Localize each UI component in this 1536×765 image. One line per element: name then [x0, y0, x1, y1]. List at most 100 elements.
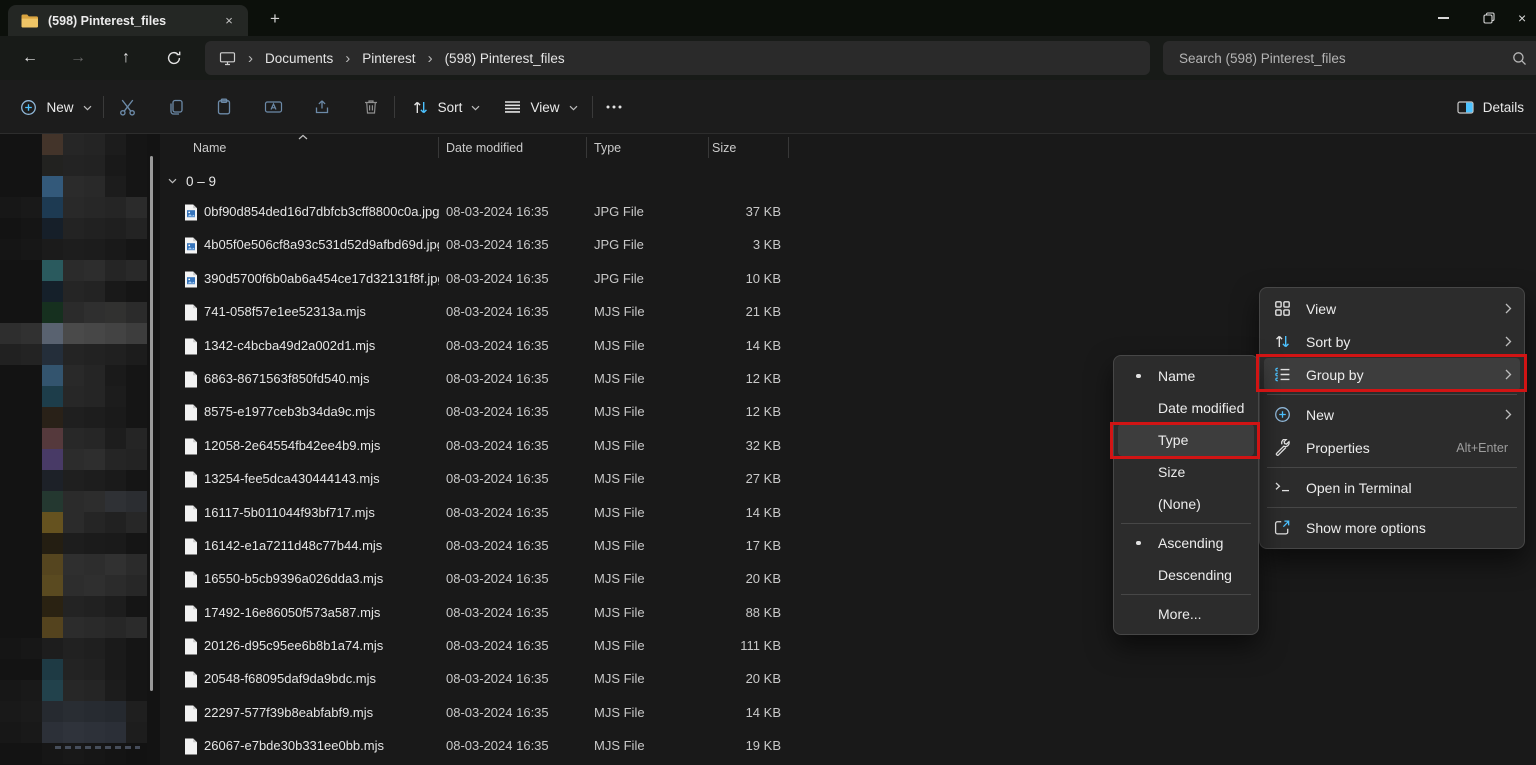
sidebar-item-blurred[interactable] [0, 134, 160, 155]
file-row[interactable]: 16117-5b011044f93bf717.mjs08-03-2024 16:… [160, 497, 960, 530]
copy-button[interactable] [158, 89, 194, 125]
sidebar-item-blurred[interactable] [0, 659, 160, 680]
refresh-button[interactable] [158, 42, 190, 74]
sidebar-item-blurred[interactable] [0, 344, 160, 365]
file-row[interactable]: 17492-16e86050f573a587.mjs08-03-2024 16:… [160, 597, 960, 630]
back-button[interactable]: ← [14, 42, 46, 74]
file-row[interactable]: 20126-d95c95ee6b8b1a74.mjs08-03-2024 16:… [160, 630, 960, 663]
file-row[interactable]: 741-058f57e1ee52313a.mjs08-03-2024 16:35… [160, 296, 960, 329]
sidebar-item-blurred[interactable] [0, 365, 160, 386]
column-header-size[interactable]: Size [712, 141, 736, 155]
paste-button[interactable] [206, 89, 242, 125]
tab-close-icon[interactable]: × [218, 10, 240, 32]
column-header-type[interactable]: Type [594, 141, 621, 155]
column-header-date[interactable]: Date modified [446, 141, 523, 155]
submenu-item-descending[interactable]: Descending [1118, 559, 1254, 591]
blurred-pixel-block [0, 155, 21, 176]
sidebar-item-blurred[interactable] [0, 218, 160, 239]
paste-icon [215, 98, 233, 116]
sidebar-item-blurred[interactable] [0, 407, 160, 428]
file-row[interactable]: 6863-8671563f850fd540.mjs08-03-2024 16:3… [160, 363, 960, 396]
restore-button[interactable] [1466, 0, 1512, 36]
submenu-item-size[interactable]: Size [1118, 456, 1254, 488]
menu-item-properties[interactable]: PropertiesAlt+Enter [1264, 431, 1520, 464]
submenu-item--none-[interactable]: (None) [1118, 488, 1254, 520]
view-button[interactable]: View [498, 89, 584, 125]
search-input[interactable]: Search (598) Pinterest_files [1163, 41, 1536, 75]
file-row[interactable]: 13254-fee5dca430444143.mjs08-03-2024 16:… [160, 463, 960, 496]
see-more-button[interactable] [596, 89, 632, 125]
file-row[interactable]: 22297-577f39b8eabfabf9.mjs08-03-2024 16:… [160, 697, 960, 730]
sidebar-item-blurred[interactable] [0, 449, 160, 470]
sidebar-item-blurred[interactable] [0, 197, 160, 218]
sidebar-item-blurred[interactable] [0, 260, 160, 281]
close-button[interactable]: × [1512, 0, 1536, 36]
sidebar-item-blurred[interactable] [0, 638, 160, 659]
sidebar-item-blurred[interactable] [0, 491, 160, 512]
breadcrumb-item[interactable]: Pinterest [362, 51, 415, 66]
submenu-item-ascending[interactable]: Ascending [1118, 527, 1254, 559]
sidebar-item-blurred[interactable] [0, 302, 160, 323]
share-button[interactable] [304, 89, 340, 125]
group-header-0-9[interactable]: 0 – 9 [160, 170, 216, 192]
explorer-tab[interactable]: (598) Pinterest_files × [8, 5, 248, 36]
file-row[interactable]: 390d5700f6b0ab6a454ce17d32131f8f.jpg08-0… [160, 263, 960, 296]
sidebar-item-blurred[interactable] [0, 680, 160, 701]
blurred-pixel-block [63, 659, 84, 680]
navigation-pane-blurred[interactable] [0, 134, 160, 765]
breadcrumb-item[interactable]: Documents [265, 51, 333, 66]
sort-button[interactable]: Sort [406, 89, 486, 125]
delete-button[interactable] [353, 89, 389, 125]
folder-icon [21, 14, 38, 28]
sidebar-item-blurred[interactable] [0, 239, 160, 260]
file-row[interactable]: 16550-b5cb9396a026dda3.mjs08-03-2024 16:… [160, 563, 960, 596]
submenu-item-more-[interactable]: More... [1118, 598, 1254, 630]
sidebar-scrollbar[interactable] [150, 156, 153, 691]
file-row[interactable]: 16142-e1a7211d48c77b44.mjs08-03-2024 16:… [160, 530, 960, 563]
blurred-pixel-block [84, 323, 105, 344]
tab-title: (598) Pinterest_files [48, 14, 218, 28]
details-pane-button[interactable]: Details [1449, 89, 1532, 125]
sidebar-item-blurred[interactable] [0, 701, 160, 722]
breadcrumb-item[interactable]: (598) Pinterest_files [445, 51, 565, 66]
sidebar-item-blurred[interactable] [0, 617, 160, 638]
sidebar-item-blurred[interactable] [0, 533, 160, 554]
file-row[interactable]: 8575-e1977ceb3b34da9c.mjs08-03-2024 16:3… [160, 396, 960, 429]
sidebar-item-blurred[interactable] [0, 155, 160, 176]
forward-button[interactable]: → [62, 42, 94, 74]
sidebar-item-blurred[interactable] [0, 575, 160, 596]
cut-button[interactable] [109, 89, 145, 125]
sidebar-item-blurred[interactable] [0, 596, 160, 617]
menu-item-view[interactable]: View [1264, 292, 1520, 325]
sidebar-item-blurred[interactable] [0, 428, 160, 449]
breadcrumb[interactable]: ›Documents›Pinterest›(598) Pinterest_fil… [205, 41, 1150, 75]
sidebar-item-blurred[interactable] [0, 281, 160, 302]
submenu-item-date-modified[interactable]: Date modified [1118, 392, 1254, 424]
file-row[interactable]: 1342-c4bcba49d2a002d1.mjs08-03-2024 16:3… [160, 330, 960, 363]
new-tab-button[interactable]: + [262, 6, 288, 32]
sidebar-item-blurred[interactable] [0, 323, 160, 344]
file-row[interactable]: 20548-f68095daf9da9bdc.mjs08-03-2024 16:… [160, 663, 960, 696]
menu-item-show-more-options[interactable]: Show more options [1264, 511, 1520, 544]
sidebar-item-blurred[interactable] [0, 176, 160, 197]
file-type: MJS File [594, 304, 645, 319]
blurred-pixel-block [105, 344, 126, 365]
blurred-pixel-block [42, 176, 63, 197]
column-header-name[interactable]: Name [193, 141, 226, 155]
rename-button[interactable] [255, 89, 291, 125]
up-button[interactable]: ↑ [110, 42, 142, 74]
file-row[interactable]: 4b05f0e506cf8a93c531d52d9afbd69d.jpg08-0… [160, 229, 960, 262]
menu-item-open-in-terminal[interactable]: Open in Terminal [1264, 471, 1520, 504]
file-row[interactable]: 26067-e7bde30b331ee0bb.mjs08-03-2024 16:… [160, 730, 960, 763]
new-button[interactable]: New [14, 89, 98, 125]
submenu-item-name[interactable]: Name [1118, 360, 1254, 392]
file-row[interactable]: 0bf90d854ded16d7dbfcb3cff8800c0a.jpg08-0… [160, 196, 960, 229]
sidebar-item-blurred[interactable] [0, 470, 160, 491]
sidebar-item-blurred[interactable] [0, 386, 160, 407]
minimize-button[interactable] [1420, 0, 1466, 36]
sidebar-item-blurred[interactable] [0, 722, 160, 743]
menu-item-new[interactable]: New [1264, 398, 1520, 431]
sidebar-item-blurred[interactable] [0, 512, 160, 533]
file-row[interactable]: 12058-2e64554fb42ee4b9.mjs08-03-2024 16:… [160, 430, 960, 463]
sidebar-item-blurred[interactable] [0, 554, 160, 575]
